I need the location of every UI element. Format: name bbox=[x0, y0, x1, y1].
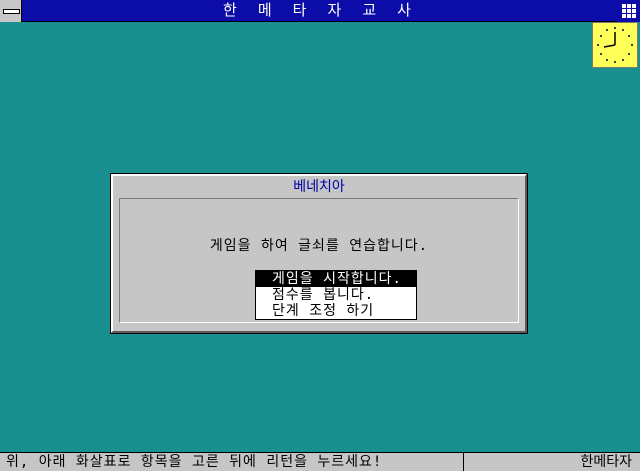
system-menu-button[interactable] bbox=[0, 0, 22, 22]
dialog-body: 게임을 하여 글쇠를 연습합니다. 게임을 시작합니다. 점수를 봅니다. 단계… bbox=[119, 198, 519, 323]
status-bar: 위, 아래 화살표로 항목을 고른 뒤에 리턴을 누르세요! 한메타자 bbox=[0, 452, 640, 471]
status-app-name: 한메타자 bbox=[580, 454, 632, 470]
clock-widget[interactable] bbox=[592, 22, 638, 68]
menu-item-start-game[interactable]: 게임을 시작합니다. bbox=[256, 271, 416, 287]
venezia-dialog: 베네치아 게임을 하여 글쇠를 연습합니다. 게임을 시작합니다. 점수를 봅니… bbox=[110, 173, 528, 334]
system-menu-icon bbox=[3, 9, 20, 14]
window-title: 한 메 타 자 교 사 bbox=[223, 1, 417, 19]
status-divider bbox=[463, 453, 464, 471]
grid-icon bbox=[622, 4, 636, 18]
title-bar: 한 메 타 자 교 사 bbox=[0, 0, 640, 22]
menu-item-adjust-level[interactable]: 단계 조정 하기 bbox=[256, 303, 416, 319]
dialog-message: 게임을 하여 글쇠를 연습합니다. bbox=[209, 238, 429, 254]
grid-button[interactable] bbox=[618, 0, 640, 22]
status-hint: 위, 아래 화살표로 항목을 고른 뒤에 리턴을 누르세요! bbox=[6, 454, 383, 470]
game-menu[interactable]: 게임을 시작합니다. 점수를 봅니다. 단계 조정 하기 bbox=[255, 270, 417, 320]
dialog-title: 베네치아 bbox=[293, 179, 345, 195]
menu-item-view-score[interactable]: 점수를 봅니다. bbox=[256, 287, 416, 303]
clock-icon bbox=[597, 27, 633, 63]
